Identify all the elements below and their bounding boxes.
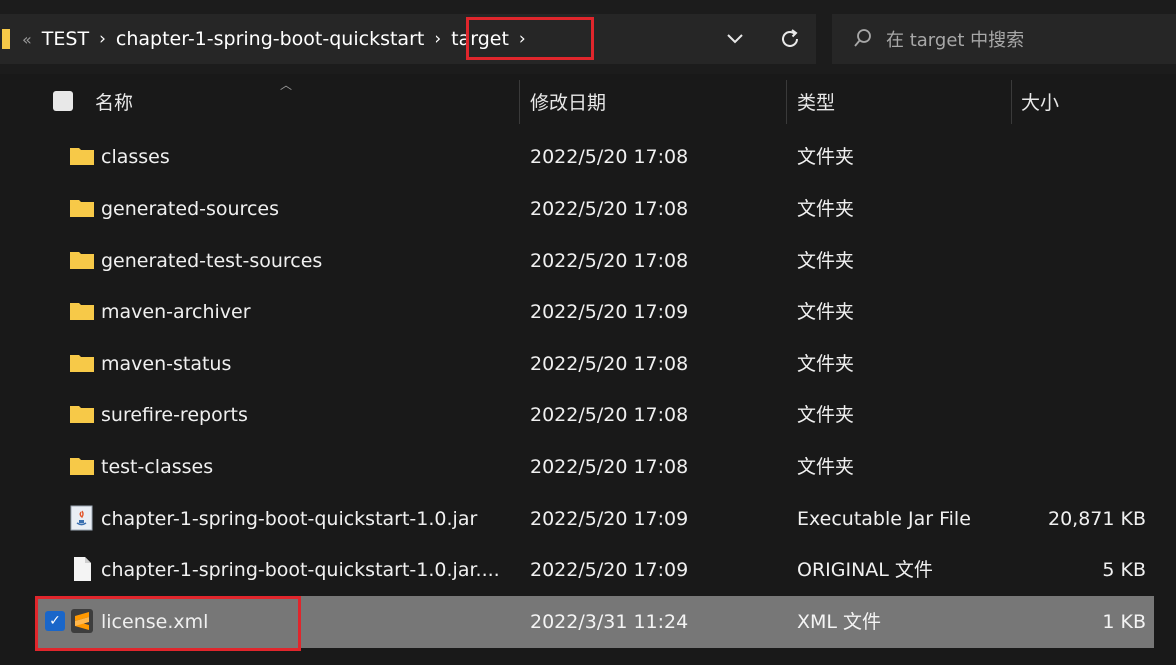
file-date: 2022/5/20 17:08: [530, 404, 689, 426]
file-row[interactable]: maven-status 2022/5/20 17:08 文件夹: [36, 338, 1154, 390]
java-jar-icon: [70, 505, 93, 531]
search-box[interactable]: 在 target 中搜索: [832, 14, 1176, 64]
address-dropdown-button[interactable]: [720, 14, 750, 64]
file-type: Executable Jar File: [797, 508, 971, 530]
column-header: ︿ 名称 修改日期 类型 大小: [0, 74, 1176, 128]
file-name: test-classes: [101, 456, 214, 478]
column-type[interactable]: 类型: [797, 74, 835, 128]
folder-icon: [70, 355, 94, 372]
folder-icon: [70, 458, 94, 475]
file-row[interactable]: classes 2022/5/20 17:08 文件夹: [36, 131, 1154, 183]
file-icon: [74, 557, 91, 581]
file-date: 2022/5/20 17:08: [530, 146, 689, 168]
file-name: maven-status: [101, 353, 232, 375]
file-date: 2022/5/20 17:08: [530, 456, 689, 478]
file-type: 文件夹: [797, 301, 855, 323]
file-date: 2022/5/20 17:08: [530, 250, 689, 272]
file-size: 1 KB: [1102, 611, 1146, 633]
file-row[interactable]: generated-test-sources 2022/5/20 17:08 文…: [36, 235, 1154, 287]
folder-icon: [2, 29, 10, 49]
breadcrumb-separator-icon[interactable]: ›: [99, 29, 106, 49]
breadcrumb-item-project[interactable]: chapter-1-spring-boot-quickstart: [116, 28, 424, 50]
file-type: 文件夹: [797, 404, 855, 426]
folder-icon: [70, 200, 94, 217]
breadcrumb-overflow-button[interactable]: «: [22, 30, 32, 49]
file-type: 文件夹: [797, 198, 855, 220]
file-size: 5 KB: [1102, 559, 1146, 581]
file-type: XML 文件: [797, 611, 882, 633]
file-row[interactable]: surefire-reports 2022/5/20 17:08 文件夹: [36, 389, 1154, 441]
breadcrumb-item-test[interactable]: TEST: [42, 28, 89, 50]
file-name: classes: [101, 146, 170, 168]
file-name: chapter-1-spring-boot-quickstart-1.0.jar…: [101, 559, 500, 581]
file-row[interactable]: generated-sources 2022/5/20 17:08 文件夹: [36, 183, 1154, 235]
file-name: maven-archiver: [101, 301, 251, 323]
file-name: surefire-reports: [101, 404, 248, 426]
highlight-box: [466, 17, 594, 60]
file-type: ORIGINAL 文件: [797, 559, 933, 581]
file-name: generated-test-sources: [101, 250, 323, 272]
search-icon: [854, 29, 871, 47]
refresh-button[interactable]: [768, 14, 812, 64]
folder-icon: [70, 252, 94, 269]
sort-caret-icon: ︿: [280, 78, 293, 92]
file-date: 2022/5/20 17:08: [530, 198, 689, 220]
folder-icon: [70, 148, 94, 165]
file-type: 文件夹: [797, 353, 855, 375]
file-name: generated-sources: [101, 198, 279, 220]
chevron-down-icon: [727, 34, 743, 44]
file-date: 2022/5/20 17:09: [530, 508, 689, 530]
column-size[interactable]: 大小: [1021, 74, 1059, 128]
refresh-icon: [782, 29, 798, 47]
file-type: 文件夹: [797, 146, 855, 168]
column-divider[interactable]: [1011, 80, 1012, 124]
select-all-checkbox[interactable]: [53, 91, 73, 111]
breadcrumb-separator-icon[interactable]: ›: [434, 29, 441, 49]
file-row[interactable]: chapter-1-spring-boot-quickstart-1.0.jar…: [36, 544, 1154, 596]
file-row[interactable]: maven-archiver 2022/5/20 17:09 文件夹: [36, 286, 1154, 338]
file-date: 2022/5/20 17:09: [530, 559, 689, 581]
highlight-box: [35, 596, 301, 651]
search-placeholder: 在 target 中搜索: [886, 30, 1025, 51]
file-row[interactable]: chapter-1-spring-boot-quickstart-1.0.jar…: [36, 493, 1154, 545]
column-divider[interactable]: [519, 80, 520, 124]
folder-icon: [70, 406, 94, 423]
file-row[interactable]: test-classes 2022/5/20 17:08 文件夹: [36, 441, 1154, 493]
column-name[interactable]: 名称: [95, 74, 133, 128]
file-type: 文件夹: [797, 250, 855, 272]
address-bar[interactable]: « TEST › chapter-1-spring-boot-quickstar…: [0, 14, 816, 64]
file-size: 20,871 KB: [1047, 508, 1146, 530]
column-date[interactable]: 修改日期: [530, 74, 606, 128]
folder-icon: [70, 303, 94, 320]
title-bar: « TEST › chapter-1-spring-boot-quickstar…: [0, 0, 1176, 74]
file-date: 2022/5/20 17:09: [530, 301, 689, 323]
file-date: 2022/5/20 17:08: [530, 353, 689, 375]
file-type: 文件夹: [797, 456, 855, 478]
column-divider[interactable]: [786, 80, 787, 124]
file-name: chapter-1-spring-boot-quickstart-1.0.jar: [101, 508, 478, 530]
file-date: 2022/3/31 11:24: [530, 611, 689, 633]
